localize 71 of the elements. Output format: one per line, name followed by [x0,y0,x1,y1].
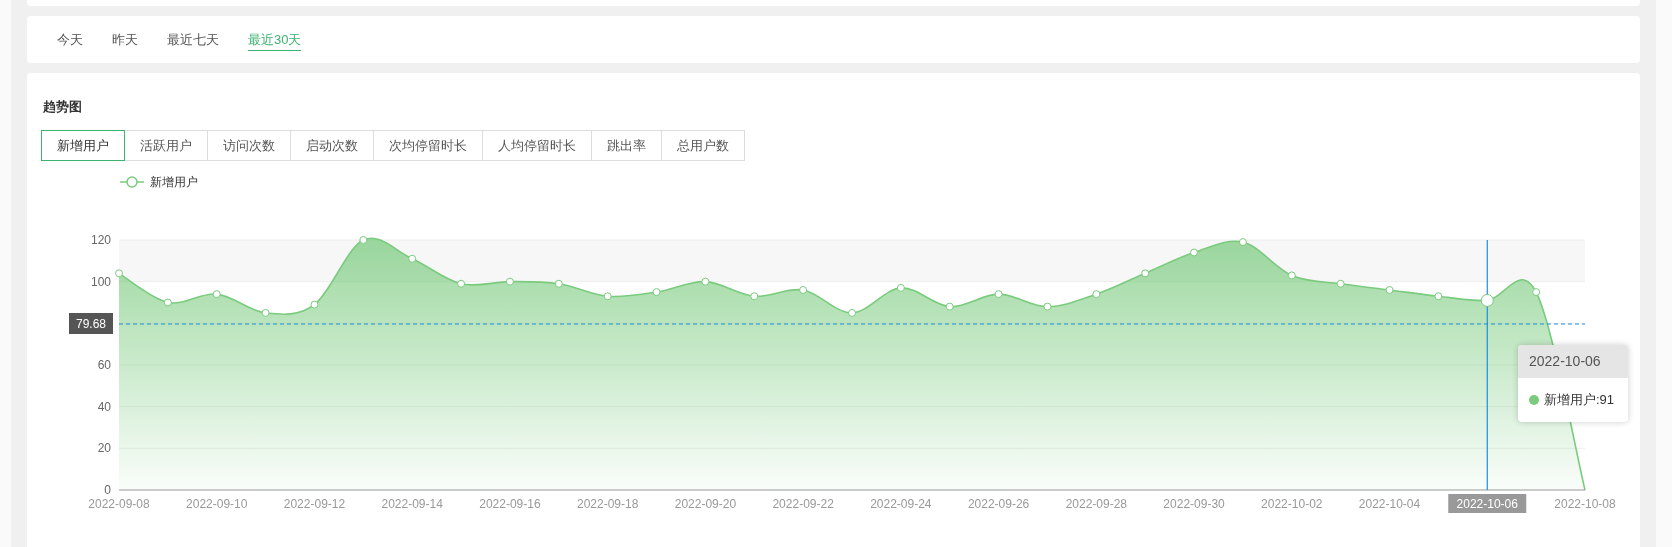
data-point [603,292,612,301]
tooltip-title: 2022-10-06 [1518,345,1628,378]
x-axis-label: 2022-09-12 [283,497,346,511]
data-point [163,298,172,307]
data-point [1238,238,1247,247]
metric-tab[interactable]: 人均停留时长 [482,130,592,161]
data-point [799,286,808,294]
data-point [652,288,661,297]
data-point [1480,293,1494,307]
data-point [1385,286,1394,294]
time-tab[interactable]: 最近七天 [167,27,219,52]
x-tick-label: 2022-10-06 [1456,497,1519,511]
metric-tab[interactable]: 跳出率 [591,130,662,161]
data-point [945,302,954,311]
metric-tab[interactable]: 活跃用户 [124,130,208,161]
data-point [115,269,123,278]
data-point [1336,279,1345,288]
data-point [994,290,1003,299]
x-axis-label: 2022-09-14 [381,497,443,511]
metric-tab[interactable]: 新增用户 [41,130,125,161]
legend-icon [119,176,145,188]
x-axis-label: 2022-09-28 [1065,497,1128,511]
data-point [1532,288,1541,297]
x-axis-label: 2022-10-02 [1261,497,1323,511]
metric-tab[interactable]: 次均停留时长 [373,130,483,161]
y-axis-label: 20 [97,441,111,456]
data-point [554,279,563,288]
y-axis-label: 40 [97,399,111,414]
legend-label: 新增用户 [150,175,198,189]
x-axis-label: 2022-09-08 [88,497,150,511]
y-axis-label: 0 [104,483,111,497]
tooltip-value: 新增用户:91 [1544,391,1615,409]
data-point [1287,271,1296,280]
data-point [505,277,514,286]
x-axis-label: 2022-09-16 [479,497,541,511]
x-axis-label: 2022-10-04 [1358,497,1421,511]
data-point [359,236,368,244]
data-point [1434,292,1443,301]
time-tab[interactable]: 昨天 [112,27,138,52]
data-point [1141,269,1150,278]
metric-tab[interactable]: 总用户数 [661,130,745,161]
x-axis-label: 2022-10-08 [1554,497,1616,511]
y-axis-label: 60 [97,358,111,372]
time-tab[interactable]: 今天 [57,27,83,52]
data-point [1043,302,1052,311]
x-axis-label: 2022-09-30 [1163,497,1225,511]
data-point [701,277,710,286]
data-point [457,279,466,288]
data-point [1190,248,1199,257]
metric-tab[interactable]: 访问次数 [207,130,291,161]
metric-tab[interactable]: 启动次数 [290,130,374,161]
x-axis-label: 2022-09-22 [772,497,834,511]
data-point [848,308,856,317]
y-axis-label: 120 [90,233,111,247]
data-point [896,283,905,292]
data-point [310,300,319,309]
ref-line-label: 79.68 [75,317,107,331]
x-axis-label: 2022-09-26 [967,497,1030,511]
x-axis-label: 2022-09-10 [186,497,248,511]
x-axis-label: 2022-09-18 [576,497,639,511]
data-point [750,292,759,301]
data-point [212,290,221,299]
axis-pointer-label: 2022-10-06 [1448,494,1527,513]
average-label: 79.68 [69,313,113,334]
data-point [408,254,417,263]
x-axis-label: 2022-09-24 [870,497,932,511]
x-axis-label: 2022-09-20 [674,497,737,511]
y-axis-label: 100 [90,274,111,289]
data-point [1092,290,1101,299]
panel-title: 趋势图 [43,98,82,116]
data-point [261,308,270,317]
